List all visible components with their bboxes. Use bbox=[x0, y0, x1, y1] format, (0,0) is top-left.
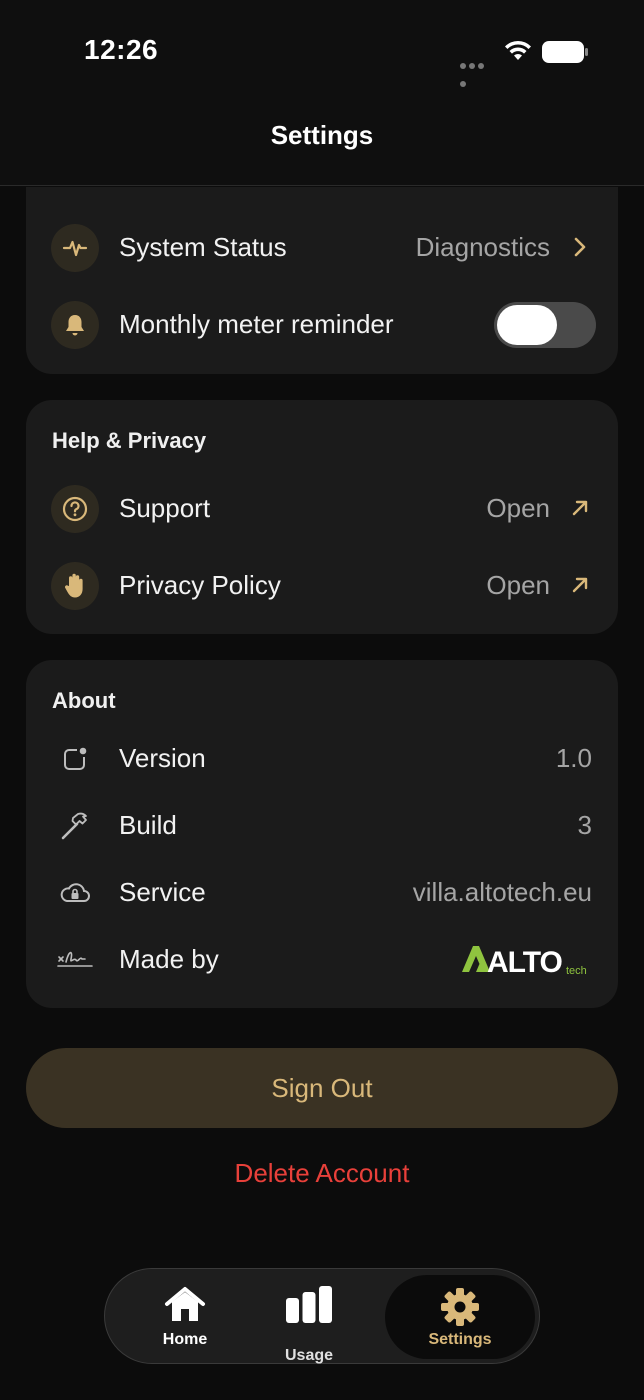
about-title: About bbox=[52, 688, 116, 713]
support-label: Support bbox=[119, 493, 211, 523]
external-link-arrow-icon bbox=[572, 500, 588, 516]
system-status-label: System Status bbox=[119, 232, 287, 262]
bell-icon bbox=[51, 301, 99, 349]
tab-usage-label: Usage bbox=[284, 1347, 334, 1364]
made-by-row: Made by ALTO tech bbox=[26, 930, 618, 990]
hand-raised-icon bbox=[51, 562, 99, 610]
privacy-policy-row[interactable]: Privacy Policy Open bbox=[26, 556, 618, 616]
nav-header: Settings bbox=[0, 100, 644, 186]
toggle-knob bbox=[497, 305, 557, 345]
app-badge-icon bbox=[51, 735, 99, 783]
status-bar: 12:26 bbox=[0, 0, 644, 100]
home-icon bbox=[165, 1287, 205, 1321]
system-status-value: Diagnostics bbox=[415, 232, 550, 262]
made-by-label: Made by bbox=[119, 944, 219, 974]
tab-bar: Home Usage Settings bbox=[104, 1268, 540, 1364]
question-circle-icon bbox=[51, 485, 99, 533]
meter-reminder-toggle[interactable] bbox=[494, 302, 596, 348]
version-label: Version bbox=[119, 743, 206, 773]
support-row[interactable]: Support Open bbox=[26, 479, 618, 539]
meter-reminder-label: Monthly meter reminder bbox=[119, 309, 394, 339]
status-time: 12:26 bbox=[84, 34, 159, 65]
support-value: Open bbox=[486, 493, 550, 523]
tab-usage[interactable]: Usage bbox=[257, 1269, 361, 1365]
pulse-icon bbox=[51, 224, 99, 272]
logo-subtext: tech bbox=[566, 965, 587, 977]
tab-home[interactable]: Home bbox=[135, 1269, 235, 1365]
build-value: 3 bbox=[577, 810, 592, 840]
build-label: Build bbox=[119, 810, 177, 840]
altotech-logo: ALTO tech bbox=[462, 946, 587, 979]
tab-settings[interactable]: Settings bbox=[385, 1275, 535, 1359]
external-link-arrow-icon bbox=[572, 577, 588, 593]
service-row: Service villa.altotech.eu bbox=[26, 863, 618, 923]
battery-icon bbox=[542, 41, 588, 63]
bar-chart-icon bbox=[286, 1286, 332, 1323]
delete-account-button[interactable]: Delete Account bbox=[0, 1158, 644, 1189]
service-label: Service bbox=[119, 877, 206, 907]
gear-icon bbox=[441, 1288, 479, 1326]
signature-icon bbox=[51, 936, 99, 984]
help-privacy-card: Help & Privacy Support Open Privacy Poli… bbox=[26, 400, 618, 634]
build-row: Build 3 bbox=[26, 796, 618, 856]
hammer-icon bbox=[51, 802, 99, 850]
tab-settings-label: Settings bbox=[428, 1331, 492, 1348]
help-privacy-title: Help & Privacy bbox=[52, 428, 207, 453]
cloud-lock-icon bbox=[51, 869, 99, 917]
page-title: Settings bbox=[270, 120, 374, 150]
tab-home-label: Home bbox=[162, 1331, 208, 1348]
sign-out-button[interactable]: Sign Out bbox=[26, 1048, 618, 1128]
logo-text: ALTO bbox=[487, 946, 563, 979]
system-status-row[interactable]: System Status Diagnostics bbox=[26, 218, 618, 278]
version-row: Version 1.0 bbox=[26, 729, 618, 789]
chevron-right-icon bbox=[574, 237, 586, 257]
system-card: System Status Diagnostics Monthly meter … bbox=[26, 187, 618, 374]
about-card: About Version 1.0 Build 3 Service villa.… bbox=[26, 660, 618, 1008]
wifi-icon bbox=[505, 40, 531, 60]
version-value: 1.0 bbox=[555, 743, 592, 773]
privacy-policy-label: Privacy Policy bbox=[119, 570, 281, 600]
service-value: villa.altotech.eu bbox=[412, 877, 592, 907]
privacy-policy-value: Open bbox=[486, 570, 550, 600]
cellular-signal-icon bbox=[460, 56, 494, 87]
meter-reminder-row: Monthly meter reminder bbox=[26, 295, 618, 355]
